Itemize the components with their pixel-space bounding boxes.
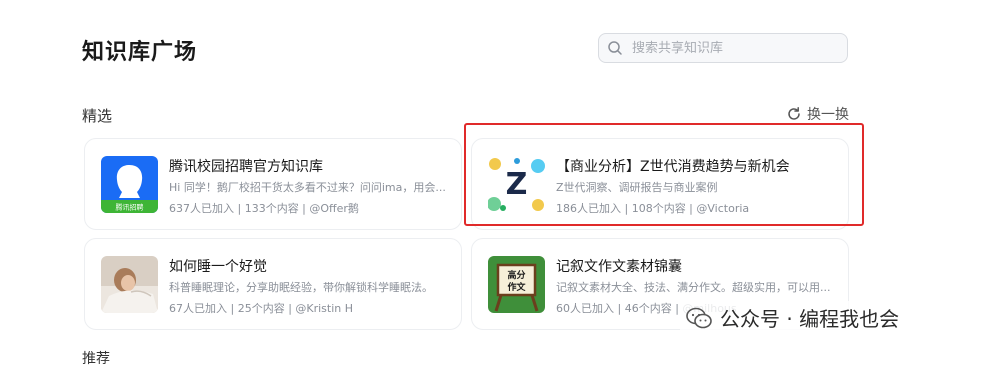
card-description: 科普睡眠理论，分享助眠经验，带你解锁科学睡眠法。	[169, 281, 433, 294]
knowledge-card-sleep[interactable]: 如何睡一个好觉 科普睡眠理论，分享助眠经验，带你解锁科学睡眠法。 67人已加入 …	[84, 238, 462, 330]
svg-text:高分: 高分	[507, 269, 525, 281]
search-box[interactable]	[598, 33, 848, 63]
page-title: 知识库广场	[82, 40, 198, 65]
card-meta: 67人已加入 | 25个内容 | @Kristin H	[169, 302, 354, 315]
card-thumbnail: 高分 作文	[488, 256, 545, 313]
card-description: Hi 同学！鹅厂校招干货太多看不过来？问问ima，用会...	[169, 181, 446, 194]
card-description: 记叙文素材大全、技法、满分作文。超级实用，可以用...	[556, 281, 831, 294]
refresh-label: 换一换	[807, 107, 849, 123]
refresh-icon	[788, 107, 800, 120]
card-title: 如何睡一个好觉	[169, 259, 267, 275]
watermark: 公众号 · 编程我也会	[680, 301, 906, 334]
card-thumbnail: Z	[488, 156, 545, 213]
knowledge-card-tencent[interactable]: 腾讯招聘 腾讯校园招聘官方知识库 Hi 同学！鹅厂校招干货太多看不过来？问问im…	[84, 138, 462, 230]
search-input[interactable]	[630, 39, 834, 57]
card-meta: 186人已加入 | 108个内容 | @Victoria	[556, 202, 750, 215]
svg-text:作文: 作文	[507, 281, 526, 293]
card-meta: 637人已加入 | 133个内容 | @Offer鹅	[169, 202, 359, 215]
thumb-label: Z	[506, 167, 528, 202]
knowledge-card-genz[interactable]: Z 【商业分析】Z世代消费趋势与新机会 Z世代洞察、调研报告与商业案例 186人…	[471, 138, 849, 230]
search-icon	[608, 41, 622, 55]
card-title: 【商业分析】Z世代消费趋势与新机会	[556, 159, 790, 175]
card-thumbnail: 腾讯招聘	[101, 156, 158, 213]
card-thumbnail	[101, 256, 158, 313]
wechat-icon	[686, 307, 712, 328]
thumb-label: 腾讯招聘	[116, 203, 144, 212]
card-title: 腾讯校园招聘官方知识库	[169, 159, 323, 175]
section-label-recommended: 推荐	[82, 351, 110, 367]
card-description: Z世代洞察、调研报告与商业案例	[556, 181, 718, 194]
section-label-featured: 精选	[82, 107, 113, 125]
card-title: 记叙文作文素材锦囊	[556, 259, 682, 275]
refresh-button[interactable]: 换一换	[786, 104, 849, 124]
watermark-text: 公众号 · 编程我也会	[720, 307, 900, 331]
